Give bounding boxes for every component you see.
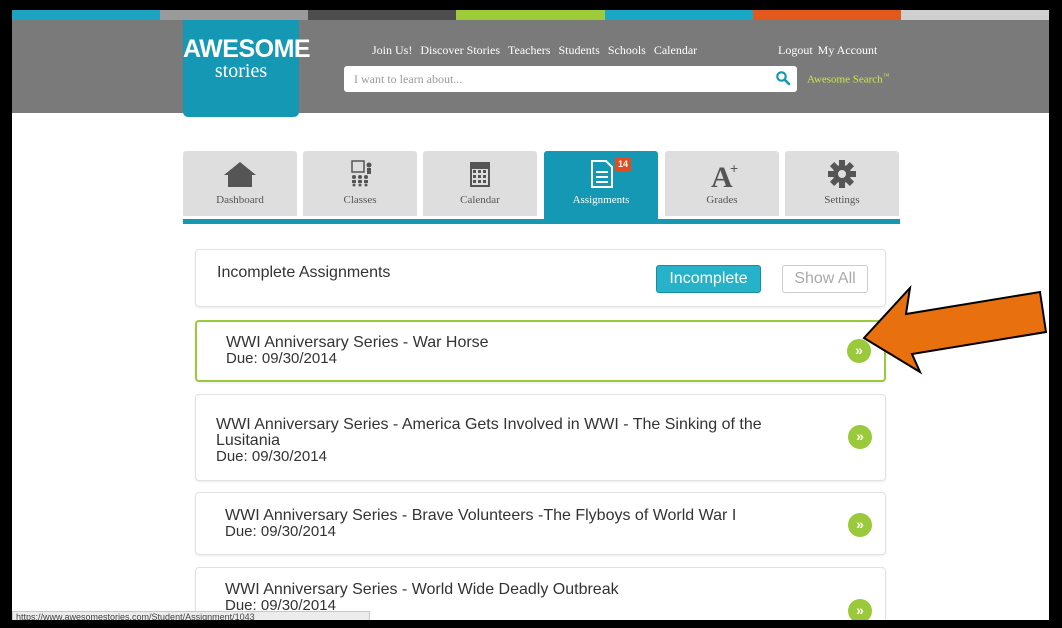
account-navigation: Logout My Account <box>778 43 877 58</box>
tab-settings[interactable]: Settings <box>785 151 899 216</box>
tab-label: Assignments <box>572 194 630 206</box>
assignment-due-date: Due: 09/30/2014 <box>225 523 336 540</box>
tab-underline <box>183 219 900 224</box>
nav-logout[interactable]: Logout <box>778 43 813 58</box>
awesome-search-label: Awesome Search <box>807 73 883 86</box>
tab-label: Settings <box>824 194 860 206</box>
assignment-title: WWI Anniversary Series - America Gets In… <box>216 416 762 433</box>
tab-label: Calendar <box>460 194 500 206</box>
assignments-panel-header: Incomplete Assignments Incomplete Show A… <box>195 249 886 307</box>
panel-title: Incomplete Assignments <box>217 264 391 281</box>
logo-text-awesome: AWESOME <box>183 35 311 63</box>
tab-label: Grades <box>706 194 738 206</box>
tab-calendar[interactable]: Calendar <box>423 151 537 216</box>
open-assignment-button[interactable]: » <box>848 599 872 620</box>
assignment-due-date: Due: 09/30/2014 <box>226 350 337 367</box>
nav-schools[interactable]: Schools <box>608 43 646 58</box>
tab-dashboard[interactable]: Dashboard <box>183 151 297 216</box>
tab-grades[interactable]: A + Grades <box>665 151 779 216</box>
filter-show-all-button[interactable]: Show All <box>782 265 868 293</box>
assignment-due-date: Due: 09/30/2014 <box>216 448 327 465</box>
nav-calendar[interactable]: Calendar <box>654 43 697 58</box>
tab-label: Classes <box>343 194 377 206</box>
classroom-icon <box>351 160 372 187</box>
assignment-count-badge: 14 <box>615 158 632 171</box>
assignment-title-continued: Lusitania <box>216 432 281 449</box>
search-icon[interactable] <box>775 70 791 86</box>
nav-discover-stories[interactable]: Discover Stories <box>420 43 500 58</box>
filter-incomplete-button[interactable]: Incomplete <box>656 265 761 293</box>
site-logo[interactable]: AWESOME stories <box>183 20 311 117</box>
nav-teachers[interactable]: Teachers <box>508 43 550 58</box>
search-input[interactable] <box>344 66 797 92</box>
open-assignment-button[interactable]: » <box>848 425 872 449</box>
assignment-row[interactable]: WWI Anniversary Series - America Gets In… <box>195 394 886 481</box>
trademark-symbol: ™ <box>882 72 890 80</box>
open-assignment-button[interactable]: » <box>848 513 872 537</box>
assignment-title: WWI Anniversary Series - World Wide Dead… <box>225 581 619 598</box>
assignment-row[interactable]: WWI Anniversary Series - War Horse Due: … <box>195 320 886 382</box>
grade-a-plus-icon: A + <box>711 160 738 189</box>
dashboard-tabs: Dashboard Classes Calendar 14 Assignment… <box>183 151 899 227</box>
logo-text-stories: stories <box>214 60 268 82</box>
tab-classes[interactable]: Classes <box>303 151 417 216</box>
tab-assignments[interactable]: 14 Assignments <box>544 151 658 219</box>
awesome-search-link[interactable]: Awesome Search™ <box>807 72 890 86</box>
tab-label: Dashboard <box>216 194 264 206</box>
gear-icon <box>828 160 856 188</box>
annotation-arrow-icon <box>862 284 1048 375</box>
nav-my-account[interactable]: My Account <box>818 43 878 58</box>
assignment-row[interactable]: WWI Anniversary Series - Brave Volunteer… <box>195 492 886 555</box>
calendar-icon <box>470 162 490 187</box>
color-stripe <box>12 10 1049 20</box>
top-navigation: Join Us! Discover Stories Teachers Stude… <box>372 43 697 58</box>
assignment-title: WWI Anniversary Series - War Horse <box>226 334 489 351</box>
svg-text:+: + <box>730 160 738 176</box>
browser-status-bar: https://www.awesomestories.com/Student/A… <box>12 611 370 620</box>
nav-students[interactable]: Students <box>558 43 599 58</box>
assignment-title: WWI Anniversary Series - Brave Volunteer… <box>225 507 737 524</box>
nav-join-us[interactable]: Join Us! <box>372 43 412 58</box>
home-icon <box>224 162 256 187</box>
